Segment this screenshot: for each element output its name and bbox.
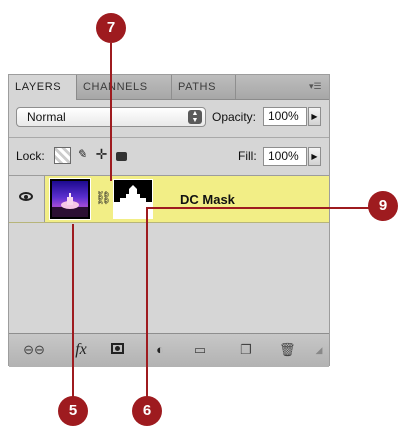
select-arrows-icon: ▲ ▼ (188, 110, 202, 124)
fill-slider-button[interactable]: ▶ (308, 147, 321, 166)
resize-grip-icon[interactable]: ◢ (311, 342, 327, 358)
opacity-slider-button[interactable]: ▶ (308, 107, 321, 126)
divider (9, 137, 329, 138)
callout-6-leader (146, 208, 148, 400)
link-layers-icon[interactable]: ⊖⊖ (23, 342, 45, 358)
layer-name: DC Mask (180, 192, 235, 207)
blend-mode-value: Normal (27, 110, 66, 124)
callout-7-leader (110, 43, 112, 181)
callout-7: 7 (96, 13, 126, 43)
delete-layer-icon[interactable]: 🗑 (279, 342, 296, 358)
eye-icon (19, 192, 33, 201)
fill-input[interactable]: 100% (263, 147, 307, 166)
lock-label: Lock: (16, 149, 45, 163)
panel-menu-icon[interactable]: ▾☰ (309, 81, 322, 91)
opacity-input[interactable]: 100% (263, 107, 307, 126)
callout-9: 9 (368, 191, 398, 221)
visibility-toggle[interactable] (9, 176, 45, 222)
tab-layers[interactable]: LAYERS (9, 75, 77, 100)
adjustment-layer-icon[interactable]: ◐ (151, 342, 169, 358)
callout-5: 5 (58, 396, 88, 426)
lock-transparent-pixels-icon[interactable] (54, 147, 71, 164)
fill-label: Fill: (238, 149, 257, 163)
add-layer-mask-icon[interactable] (109, 342, 125, 358)
capitol-image-icon (52, 193, 88, 217)
tab-channels[interactable]: CHANNELS (77, 75, 172, 99)
lock-image-pixels-icon[interactable]: ✎ (73, 147, 90, 164)
lock-position-icon[interactable]: ✛ (93, 147, 110, 164)
new-layer-icon[interactable]: ❐ (237, 342, 255, 358)
new-group-icon[interactable]: ▭ (191, 342, 209, 358)
layer-row-dc-mask[interactable]: ⛓ DC Mask (9, 175, 329, 223)
panel-tab-bar: LAYERS CHANNELS PATHS ▾☰ (9, 75, 329, 100)
callout-9-leader (146, 207, 372, 209)
layer-thumbnail[interactable] (49, 178, 91, 220)
layers-panel: LAYERS CHANNELS PATHS ▾☰ Normal ▲ ▼ Opaci… (8, 74, 330, 367)
panel-bottom-toolbar: ⊖⊖ fx ◐ ▭ ❐ 🗑 ◢ (9, 333, 329, 367)
mask-link-icon[interactable]: ⛓ (95, 190, 112, 208)
callout-5-leader (72, 224, 74, 400)
opacity-label: Opacity: (212, 110, 257, 124)
callout-6: 6 (132, 396, 162, 426)
tab-paths[interactable]: PATHS (172, 75, 236, 99)
lock-all-icon[interactable] (113, 147, 130, 164)
